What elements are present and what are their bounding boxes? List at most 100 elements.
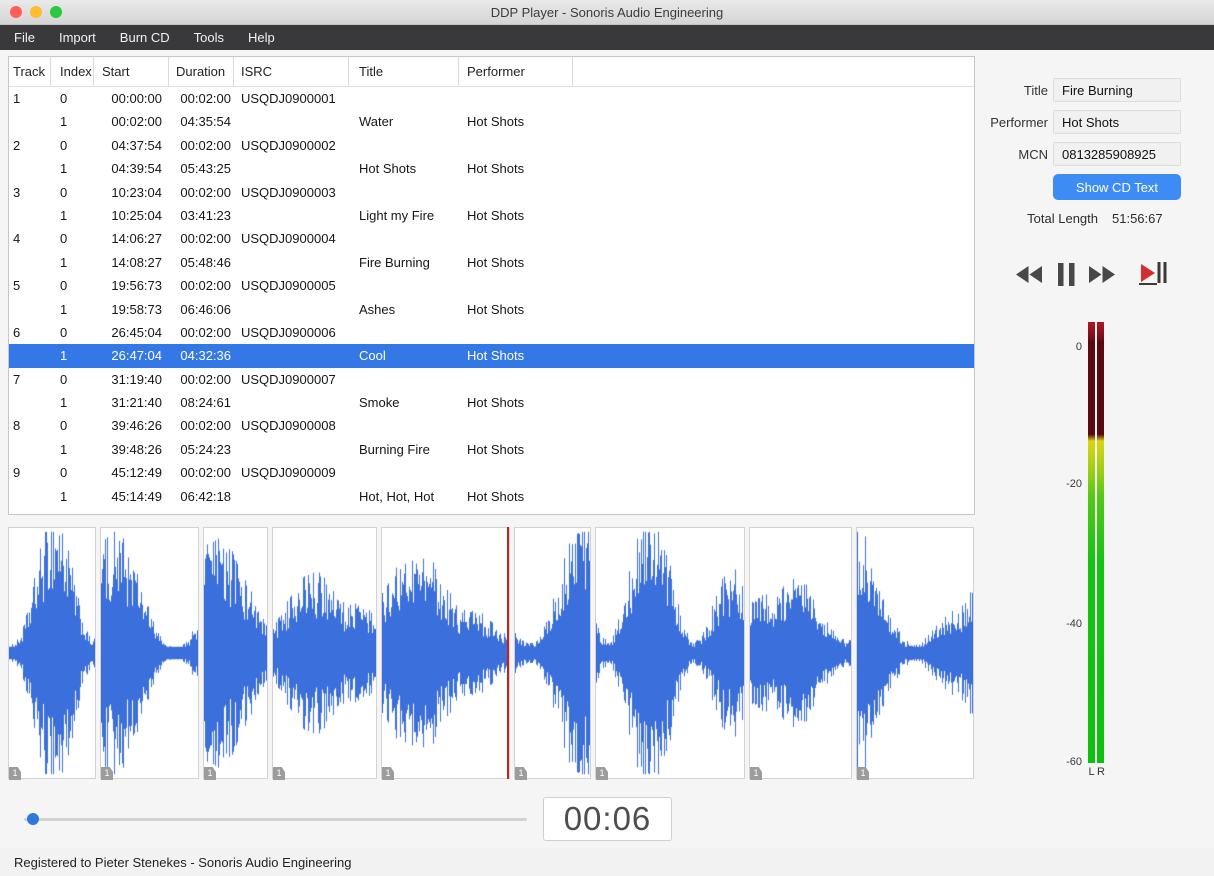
cell-index: 1 [60,207,68,223]
table-row[interactable]: 1 0 00:00:00 00:02:00 USQDJ0900001 [9,87,974,110]
table-row[interactable]: 6 0 26:45:04 00:02:00 USQDJ0900006 [9,321,974,344]
cell-index: 0 [60,231,68,247]
cell-duration: 05:48:46 [180,254,231,270]
cell-isrc: USQDJ0900006 [241,324,336,340]
column-header-performer[interactable]: Performer [459,57,573,86]
playhead-cursor[interactable] [507,527,509,779]
table-row[interactable]: 1 31:21:40 08:24:61 Smoke Hot Shots [9,391,974,414]
column-header-isrc[interactable]: ISRC [234,57,349,86]
cell-filler [573,157,974,180]
title-field-label: Title [1023,83,1048,98]
cell-track: 3 [13,184,21,200]
waveform-segment[interactable]: 1 [514,527,591,780]
cell-index: 0 [60,324,68,340]
table-row[interactable]: 1 00:02:00 04:35:54 Water Hot Shots [9,110,974,133]
cell-performer: Hot Shots [467,114,525,130]
cell-duration: 00:02:00 [180,371,231,387]
cell-title: Burning Fire [359,441,430,457]
zoom-window-button[interactable] [50,6,62,18]
waveform-segment[interactable]: 1 [856,527,974,780]
cell-track [9,344,51,367]
cell-index: 1 [60,348,68,364]
waveform-segment[interactable]: 1 [203,527,268,780]
table-row[interactable]: 1 04:39:54 05:43:25 Hot Shots Hot Shots [9,157,974,180]
cell-title: Light my Fire [359,207,435,223]
cell-duration: 03:41:23 [180,207,231,223]
close-window-button[interactable] [10,6,22,18]
column-header-duration[interactable]: Duration [169,57,234,86]
title-field[interactable] [1053,78,1181,102]
cell-start: 10:23:04 [111,184,162,200]
seek-slider-thumb[interactable] [27,813,39,825]
table-row[interactable]: 1 19:58:73 06:46:06 Ashes Hot Shots [9,298,974,321]
track-table: Track Index Start Duration ISRC Title Performe… [8,56,975,515]
table-row[interactable]: 8 0 39:46:26 00:02:00 USQDJ0900008 [9,414,974,437]
performer-field[interactable] [1053,110,1181,134]
cell-title: Water [359,114,394,130]
show-cd-text-button[interactable]: Show CD Text [1053,174,1181,200]
play-to-marker-button[interactable] [1138,261,1169,286]
cell-index: 1 [60,488,68,504]
column-header-track[interactable]: Track [9,57,51,86]
column-header-title[interactable]: Title [349,57,459,86]
waveform-canvas [750,528,851,778]
cell-isrc [234,251,349,274]
waveform-segment[interactable]: 1 [595,527,745,780]
menu-help[interactable]: Help [236,25,287,50]
cell-start: 31:19:40 [111,371,162,387]
menu-tools[interactable]: Tools [182,25,236,50]
waveform-segment[interactable]: 1 [272,527,377,780]
column-header-index[interactable]: Index [51,57,94,86]
meter-scale-label: 0 [1075,341,1082,353]
menu-import[interactable]: Import [47,25,108,50]
cell-filler [573,321,974,344]
table-body: 1 0 00:00:00 00:02:00 USQDJ0900001 1 00:02:00 0… [9,87,974,508]
cell-track: 2 [13,137,21,153]
cell-duration: 05:24:23 [180,441,231,457]
fast-forward-button[interactable] [1089,266,1115,283]
waveform-display[interactable]: 111111111 [8,527,975,780]
menu-burn-cd[interactable]: Burn CD [108,25,182,50]
cell-isrc [234,485,349,508]
table-row[interactable]: 4 0 14:06:27 00:02:00 USQDJ0900004 [9,227,974,250]
table-row[interactable]: 3 0 10:23:04 00:02:00 USQDJ0900003 [9,181,974,204]
cell-duration: 06:42:18 [180,488,231,504]
table-row[interactable]: 1 14:08:27 05:48:46 Fire Burning Hot Shots [9,251,974,274]
table-row[interactable]: 9 0 45:12:49 00:02:00 USQDJ0900009 [9,461,974,484]
table-row[interactable]: 1 26:47:04 04:32:36 Cool Hot Shots [9,344,974,368]
cell-track [9,298,51,321]
cell-duration: 04:32:36 [180,348,231,364]
table-row[interactable]: 5 0 19:56:73 00:02:00 USQDJ0900005 [9,274,974,297]
cell-performer: Hot Shots [467,207,525,223]
seek-slider-track[interactable] [24,818,527,821]
cell-isrc: USQDJ0900003 [241,184,336,200]
column-header-start[interactable]: Start [94,57,169,86]
cell-performer: Hot Shots [467,161,525,177]
table-row[interactable]: 1 10:25:04 03:41:23 Light my Fire Hot Shots [9,204,974,227]
cell-duration: 05:43:25 [180,161,231,177]
cell-title [349,87,459,110]
table-row[interactable]: 2 0 04:37:54 00:02:00 USQDJ0900002 [9,134,974,157]
waveform-segment[interactable]: 1 [749,527,852,780]
cell-filler [573,438,974,461]
minimize-window-button[interactable] [30,6,42,18]
table-row[interactable]: 1 39:48:26 05:24:23 Burning Fire Hot Shots [9,438,974,461]
cell-track [9,251,51,274]
cell-start: 31:21:40 [111,395,162,411]
waveform-segment[interactable]: 1 [100,527,199,780]
pause-button[interactable] [1058,263,1076,286]
menu-file[interactable]: File [2,25,47,50]
cell-title [349,227,459,250]
table-row[interactable]: 1 45:14:49 06:42:18 Hot, Hot, Hot Hot Shots [9,485,974,508]
cell-filler [573,251,974,274]
waveform-segment[interactable]: 1 [8,527,96,780]
cell-track [9,438,51,461]
waveform-segment[interactable]: 1 [381,527,510,780]
table-row[interactable]: 7 0 31:19:40 00:02:00 USQDJ0900007 [9,368,974,391]
rewind-button[interactable] [1016,266,1042,283]
cell-isrc [234,110,349,133]
cell-isrc [234,391,349,414]
cell-start: 19:56:73 [111,278,162,294]
performer-field-label: Performer [990,115,1048,130]
mcn-field[interactable] [1053,142,1181,166]
